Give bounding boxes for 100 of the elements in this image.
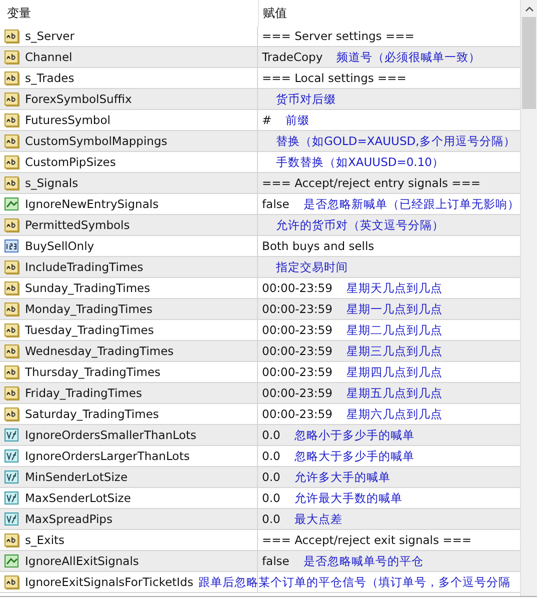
parameter-value[interactable]: false [262, 554, 290, 568]
text-type-icon [4, 364, 20, 380]
parameter-value[interactable]: 00:00-23:59 [262, 407, 332, 421]
parameter-name: CustomPipSizes [25, 155, 116, 169]
text-type-icon [4, 217, 20, 233]
parameter-value[interactable]: === Server settings === [262, 29, 414, 43]
parameter-name: FuturesSymbol [25, 113, 110, 127]
parameter-comment: 允许的货币对（英文逗号分隔） [276, 218, 444, 232]
parameter-name: IgnoreOrdersLargerThanLots [25, 449, 190, 463]
parameter-name: PermittedSymbols [25, 218, 130, 232]
parameter-name: Sunday_TradingTimes [25, 281, 150, 295]
parameter-comment: 星期四几点到几点 [346, 364, 442, 380]
decimal-type-icon [4, 511, 20, 527]
text-type-icon [4, 175, 20, 191]
toggle-type-icon [4, 196, 20, 212]
decimal-type-icon [4, 427, 20, 443]
parameter-name: IncludeTradingTimes [25, 260, 144, 274]
text-type-icon [4, 70, 20, 86]
parameter-name: s_Exits [25, 533, 65, 547]
parameter-name: CustomSymbolMappings [25, 134, 168, 148]
parameter-name: Saturday_TradingTimes [25, 407, 159, 421]
parameter-name: s_Trades [25, 71, 74, 85]
parameter-value[interactable]: 0.0 [262, 491, 280, 505]
parameter-comment: 星期六几点到几点 [346, 406, 442, 422]
text-type-icon [4, 49, 20, 65]
parameter-comment: 是否忽略新喊单（已经跟上订单无影响） [303, 196, 520, 212]
parameter-comment: 星期三几点到几点 [346, 344, 442, 358]
number-type-icon [4, 238, 20, 254]
text-type-icon [4, 343, 20, 359]
parameter-comment: 忽略大于多少手的喊单 [294, 448, 414, 464]
parameter-comment: 是否忽略喊单号的平仓 [303, 554, 424, 568]
text-type-icon [4, 112, 20, 128]
text-type-icon [4, 574, 20, 590]
parameter-name: MinSenderLotSize [25, 470, 128, 484]
parameter-name: Tuesday_TradingTimes [25, 323, 154, 337]
scroll-up-icon[interactable] [524, 6, 534, 12]
parameter-value[interactable]: === Accept/reject entry signals === [262, 176, 481, 190]
parameter-comment: 货币对后缀 [276, 92, 336, 106]
parameter-name: MaxSpreadPips [25, 512, 112, 526]
text-type-icon [4, 28, 20, 44]
column-header[interactable]: 变量 [0, 4, 258, 22]
parameter-value[interactable]: 0.0 [262, 428, 280, 442]
parameter-value[interactable]: === Accept/reject exit signals === [262, 533, 472, 547]
parameter-name: IgnoreNewEntrySignals [25, 197, 159, 211]
parameter-value[interactable]: 00:00-23:59 [262, 323, 332, 337]
text-type-icon [4, 322, 20, 338]
parameter-comment: 星期二几点到几点 [346, 322, 442, 338]
parameter-comment: 允许多大手的喊单 [294, 470, 390, 484]
parameter-name: Wednesday_TradingTimes [25, 344, 174, 358]
parameter-comment: 前缀 [286, 112, 310, 128]
parameter-comment: 星期五几点到几点 [346, 386, 442, 400]
parameter-comment: 最大点差 [294, 512, 342, 526]
parameter-value[interactable]: === Local settings === [262, 71, 406, 85]
parameter-name: s_Signals [25, 176, 78, 190]
text-type-icon [4, 301, 20, 317]
parameter-comment: 星期一几点到几点 [346, 302, 442, 316]
text-type-icon [4, 406, 20, 422]
decimal-type-icon [4, 490, 20, 506]
parameter-value[interactable]: TradeCopy [262, 50, 323, 64]
parameter-value[interactable]: 0.0 [262, 470, 280, 484]
text-type-icon [4, 280, 20, 296]
parameter-comment: 手数替换（如XAUUSD=0.10） [276, 154, 444, 170]
parameter-comment: 跟单后忽略某个订单的平仓信号（填订单号，多个逗号分隔 [198, 574, 510, 590]
parameter-value[interactable]: # [262, 113, 272, 127]
parameter-value[interactable]: 0.0 [262, 449, 280, 463]
parameter-value[interactable]: 00:00-23:59 [262, 365, 332, 379]
parameter-name: s_Server [25, 29, 74, 43]
parameter-name: Monday_TradingTimes [25, 302, 152, 316]
text-type-icon [4, 91, 20, 107]
text-type-icon [4, 259, 20, 275]
parameter-comment: 频道号（必须很喊单一致） [336, 50, 481, 64]
scrollbar[interactable] [520, 0, 537, 596]
parameter-name: IgnoreExitSignalsForTicketIds [25, 575, 194, 589]
parameter-value[interactable]: 0.0 [262, 512, 280, 526]
parameter-value[interactable]: false [262, 197, 290, 211]
parameter-name: IgnoreOrdersSmallerThanLots [25, 428, 196, 442]
toggle-type-icon [4, 553, 20, 569]
parameter-name: MaxSenderLotSize [25, 491, 131, 505]
parameter-comment: 替换（如GOLD=XAUUSD,多个用逗号分隔） [276, 134, 516, 148]
text-type-icon [4, 133, 20, 149]
parameter-value[interactable]: Both buys and sells [262, 239, 374, 253]
text-type-icon [4, 385, 20, 401]
parameter-comment: 指定交易时间 [276, 260, 348, 274]
text-type-icon [4, 532, 20, 548]
parameter-value[interactable]: 00:00-23:59 [262, 386, 332, 400]
parameter-comment: 允许最大手数的喊单 [294, 490, 402, 506]
decimal-type-icon [4, 448, 20, 464]
text-type-icon [4, 154, 20, 170]
parameter-value[interactable]: 00:00-23:59 [262, 344, 332, 358]
parameter-name: Channel [25, 50, 72, 64]
scrollbar-thumb[interactable] [522, 17, 536, 109]
decimal-type-icon [4, 469, 20, 485]
parameter-value[interactable]: 00:00-23:59 [262, 302, 332, 316]
parameter-name: Friday_TradingTimes [25, 386, 142, 400]
parameter-name: BuySellOnly [25, 239, 94, 253]
parameter-value[interactable]: 00:00-23:59 [262, 281, 332, 295]
parameter-name: IgnoreAllExitSignals [25, 554, 139, 568]
parameter-comment: 星期天几点到几点 [346, 280, 442, 296]
parameter-name: Thursday_TradingTimes [25, 365, 161, 379]
parameter-comment: 忽略小于多少手的喊单 [294, 428, 414, 442]
